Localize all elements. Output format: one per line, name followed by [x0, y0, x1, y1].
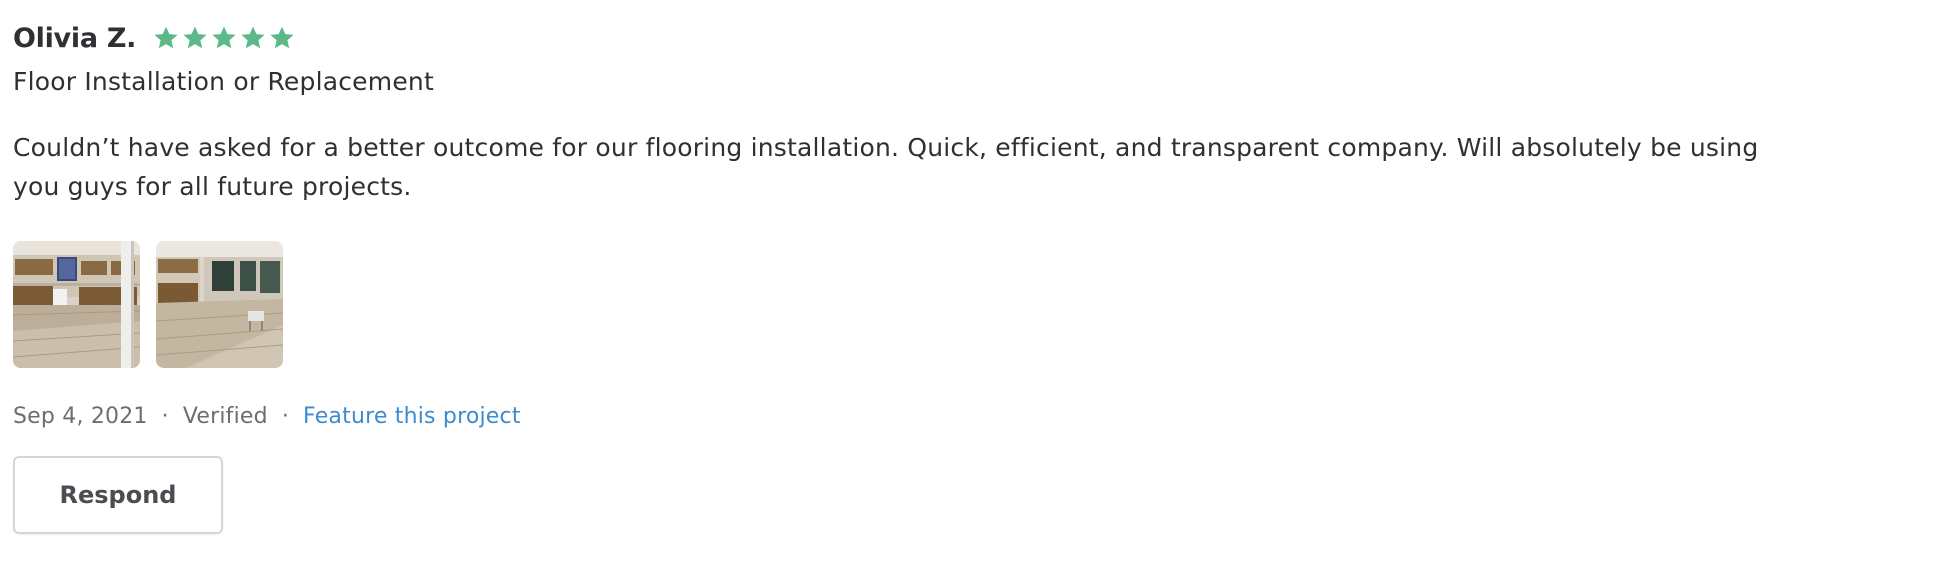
feature-project-link[interactable]: Feature this project [303, 404, 521, 429]
project-photo-living-room[interactable] [156, 241, 283, 368]
reviewer-name: Olivia Z. [13, 22, 137, 54]
separator-dot: · [161, 404, 169, 429]
review-card: Olivia Z. Floor Installation or Replacem… [13, 18, 1913, 534]
star-icon [210, 24, 238, 52]
review-header: Olivia Z. [13, 18, 1913, 58]
star-icon [152, 24, 180, 52]
respond-button[interactable]: Respond [13, 456, 223, 534]
separator-dot: · [281, 404, 290, 429]
review-text: Couldn’t have asked for a better outcome… [13, 133, 1759, 201]
photo-gallery [13, 241, 1913, 368]
star-icon [268, 24, 296, 52]
star-icon [239, 24, 267, 52]
star-rating [152, 24, 296, 52]
review-date: Sep 4, 2021 [13, 404, 148, 429]
star-icon [181, 24, 209, 52]
verified-status: Verified [182, 404, 268, 429]
project-photo-kitchen[interactable] [13, 241, 140, 368]
service-category: Floor Installation or Replacement [13, 67, 434, 96]
review-meta: Sep 4, 2021 · Verified · Feature this pr… [13, 404, 1913, 429]
